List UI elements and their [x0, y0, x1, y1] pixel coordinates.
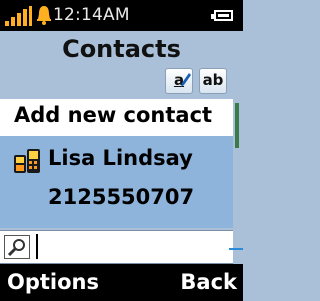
side-indicator: [229, 248, 243, 250]
text-cursor: [36, 234, 38, 259]
contact-number: 2125550707: [48, 185, 195, 209]
back-softkey[interactable]: Back: [180, 270, 237, 294]
add-new-contact-label: Add new contact: [14, 103, 213, 127]
softkey-bar: Options Back: [0, 264, 243, 301]
signal-strength-icon: [5, 6, 33, 26]
contact-name: Lisa Lindsay: [48, 146, 193, 170]
status-time: 12:14AM: [53, 5, 130, 25]
search-bar[interactable]: [0, 230, 233, 264]
mobile-phone-icon: [14, 149, 40, 173]
ab-mode-label: ab: [202, 71, 224, 89]
contact-list-item[interactable]: Lisa Lindsay 2125550707: [0, 136, 233, 228]
scrollbar-thumb[interactable]: [235, 103, 239, 148]
options-softkey[interactable]: Options: [7, 270, 99, 294]
magnifier-icon: [4, 235, 30, 259]
status-bar: 12:14AM: [0, 0, 243, 31]
bell-icon: [37, 6, 51, 25]
add-new-contact-item[interactable]: Add new contact: [0, 99, 233, 136]
pen-input-mode-button[interactable]: a: [165, 68, 193, 94]
page-title: Contacts: [62, 35, 181, 63]
ab-input-mode-button[interactable]: ab: [199, 68, 227, 94]
pen-icon: [181, 73, 191, 87]
battery-icon: [211, 10, 233, 21]
